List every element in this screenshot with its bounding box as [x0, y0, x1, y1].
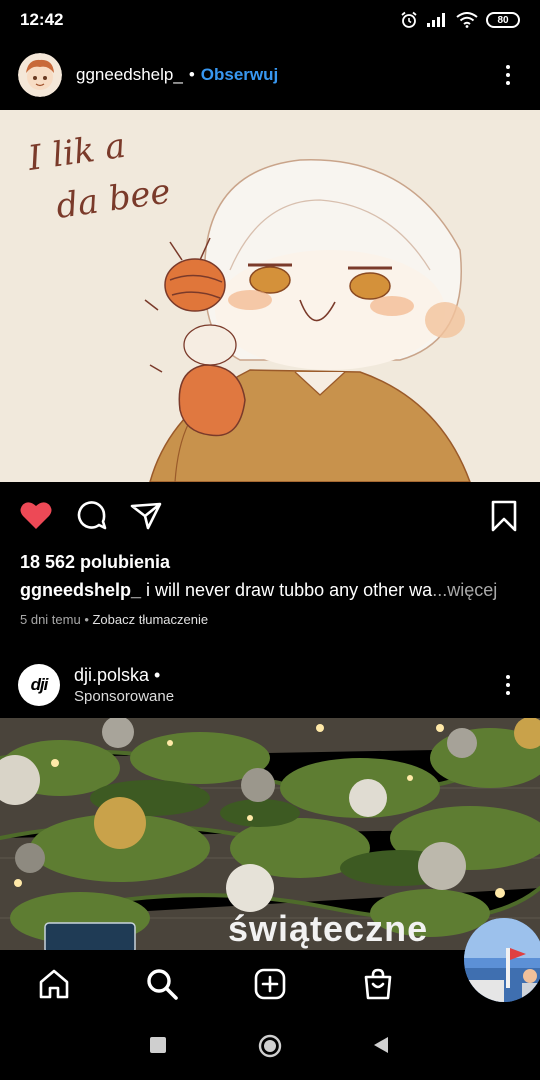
ad-headline: świąteczne — [228, 908, 429, 949]
caption-more-link[interactable]: ...więcej — [432, 580, 497, 600]
share-icon[interactable] — [128, 498, 164, 534]
sponsor-info: dji.polska • Sponsorowane — [74, 665, 174, 705]
dji-logo[interactable]: dji — [18, 664, 60, 706]
more-options-icon[interactable] — [502, 65, 514, 85]
status-icons: 80 — [400, 11, 520, 29]
post-header: ggneedshelp_ • Obserwuj — [0, 40, 540, 110]
shop-icon[interactable] — [360, 966, 396, 1002]
post-caption: ggneedshelp_ i will never draw tubbo any… — [20, 580, 520, 601]
alarm-icon — [401, 11, 417, 28]
avatar[interactable] — [18, 53, 62, 97]
profile-avatar[interactable] — [464, 918, 540, 1002]
sponsor-username[interactable]: dji.polska • — [74, 665, 174, 686]
post-time: 5 dni temu — [20, 612, 81, 627]
sponsored-label: Sponsorowane — [74, 688, 175, 705]
caption-text: i will never draw tubbo any other wa — [141, 580, 433, 600]
battery-icon: 80 — [486, 12, 520, 28]
search-icon[interactable] — [144, 966, 180, 1002]
bottom-nav — [0, 950, 540, 1016]
likes-count[interactable]: 18 562 polubienia — [20, 552, 170, 573]
sponsored-post-header: dji dji.polska • Sponsorowane — [0, 650, 540, 720]
status-time: 12:42 — [20, 10, 64, 29]
signal-icon — [427, 13, 445, 27]
sponsored-more-options-icon[interactable] — [502, 675, 514, 695]
battery-level: 80 — [497, 14, 509, 26]
post-username[interactable]: ggneedshelp_ — [76, 65, 183, 85]
save-bookmark-icon[interactable] — [486, 498, 522, 534]
caption-username[interactable]: ggneedshelp_ — [20, 580, 141, 600]
home-button-icon[interactable] — [258, 1034, 282, 1058]
post-image[interactable]: I lik a da bee — [0, 110, 540, 482]
status-bar: 12:42 80 — [0, 0, 540, 40]
add-post-icon[interactable] — [252, 966, 288, 1002]
meta-separator: • — [80, 612, 93, 627]
like-heart-icon[interactable] — [18, 498, 54, 534]
follow-button[interactable]: Obserwuj — [201, 65, 278, 85]
home-icon[interactable] — [36, 966, 72, 1002]
comment-icon[interactable] — [74, 498, 110, 534]
system-nav-bar — [0, 1016, 540, 1080]
separator-dot: • — [188, 65, 195, 84]
recent-apps-icon[interactable] — [149, 1036, 167, 1054]
wifi-icon — [456, 12, 478, 28]
translate-link[interactable]: Zobacz tłumaczenie — [92, 612, 208, 627]
post-author: ggneedshelp_ • Obserwuj — [76, 65, 278, 85]
back-icon[interactable] — [372, 1036, 390, 1054]
post-meta: 5 dni temu • Zobacz tłumaczenie — [20, 612, 208, 627]
post-actions — [0, 492, 540, 540]
